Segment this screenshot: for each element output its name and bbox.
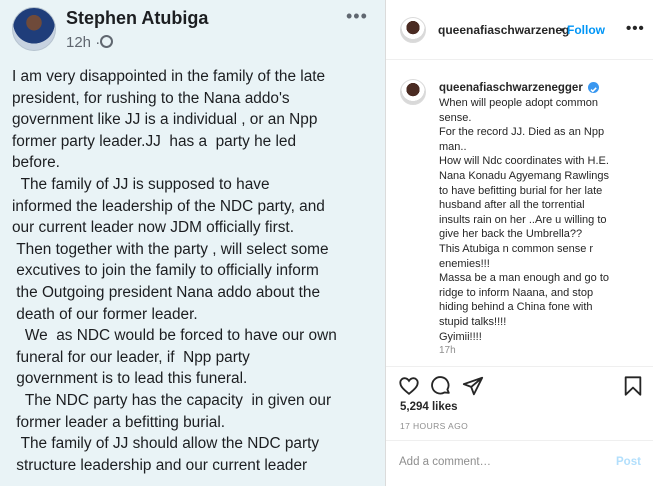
author-avatar [12, 7, 56, 51]
instagram-panel: queenafiaschwarzeneg • Follow ••• queena… [385, 0, 653, 486]
author-name: Stephen Atubiga [66, 8, 209, 28]
verified-badge-icon [588, 82, 599, 93]
separator-dot: • [560, 23, 565, 37]
caption-username[interactable]: queenafiaschwarzenegger [439, 82, 583, 94]
facebook-post-text: I am very disappointed in the family of … [12, 68, 337, 474]
share-icon[interactable] [462, 375, 484, 397]
post-header: queenafiaschwarzeneg • Follow ••• [386, 0, 653, 60]
comment-bar: Add a comment… Post [386, 440, 653, 486]
caption-text: When will people adopt common sense. For… [439, 97, 610, 343]
action-bar [386, 366, 653, 402]
caption-time: 17h [439, 345, 456, 356]
more-options-icon[interactable]: ••• [626, 20, 645, 37]
more-options-icon: ••• [346, 6, 368, 26]
likes-count[interactable]: 5,294 likes [400, 401, 458, 413]
caption-avatar[interactable] [400, 79, 426, 105]
heart-icon[interactable] [398, 375, 420, 397]
facebook-post-header: Stephen Atubiga 12h · ••• [0, 0, 385, 60]
globe-icon [100, 35, 113, 48]
follow-button[interactable]: Follow [567, 23, 605, 37]
post-button[interactable]: Post [616, 456, 641, 468]
post-timestamp: 17 HOURS AGO [400, 421, 469, 431]
bookmark-icon[interactable] [622, 375, 644, 397]
comment-icon[interactable] [430, 375, 452, 397]
post-time: 12h · [66, 34, 101, 51]
avatar[interactable] [400, 17, 426, 43]
facebook-post-image: Stephen Atubiga 12h · ••• I am very disa… [0, 0, 385, 486]
comment-input[interactable]: Add a comment… [399, 456, 491, 468]
header-username[interactable]: queenafiaschwarzeneg [438, 23, 569, 37]
